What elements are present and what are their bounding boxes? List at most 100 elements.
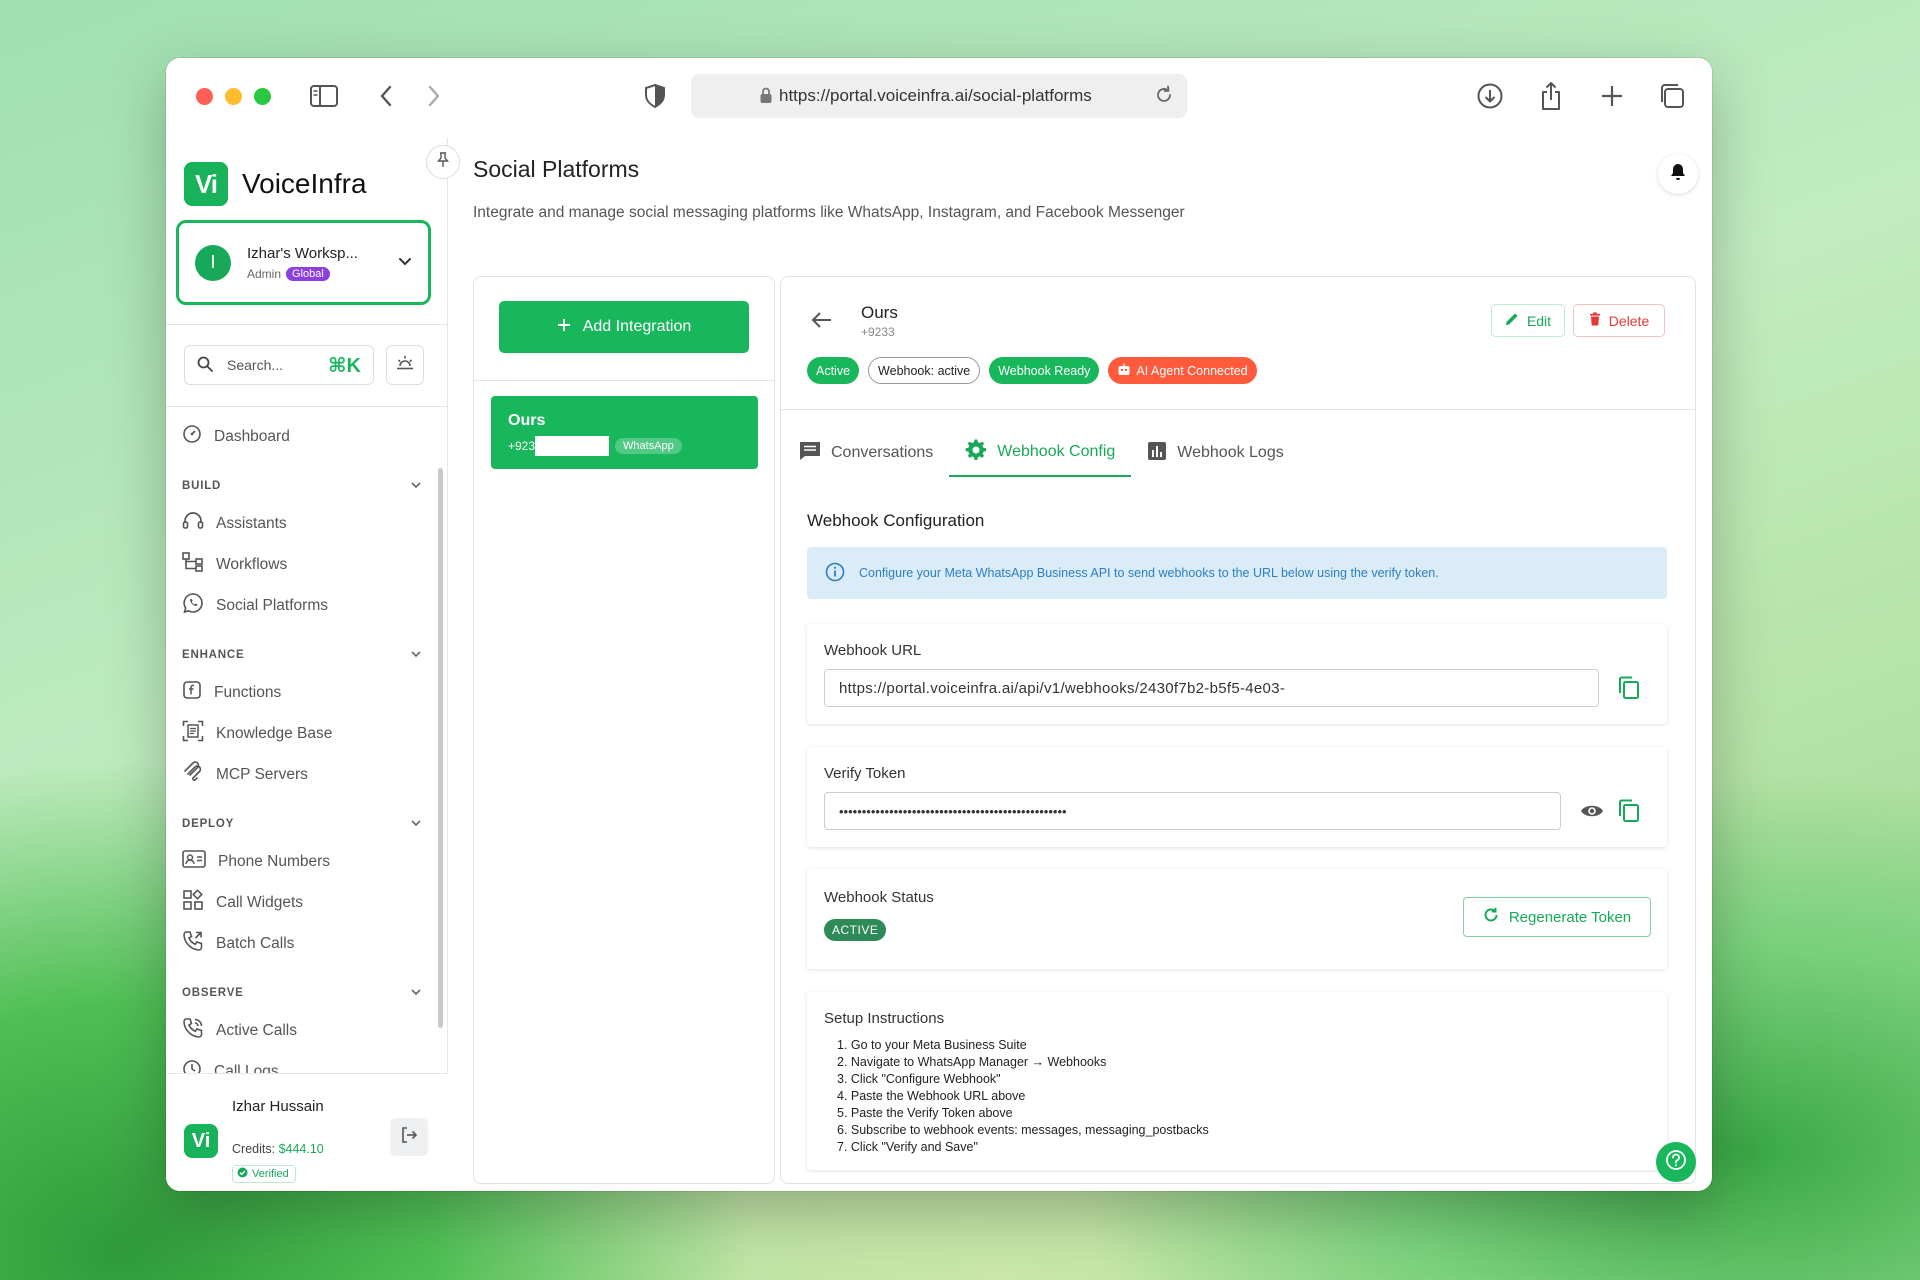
regenerate-token-label: Regenerate Token [1508, 908, 1632, 926]
sidebar-item-batch-calls[interactable]: Batch Calls [180, 923, 430, 964]
webhook-url-field[interactable]: https://portal.voiceinfra.ai/api/v1/webh… [824, 669, 1599, 707]
tab-conversations[interactable]: Conversations [799, 429, 949, 477]
plus-icon [557, 318, 571, 337]
logout-button[interactable] [390, 1118, 428, 1156]
sidebar-item-knowledge-base[interactable]: Knowledge Base [180, 713, 430, 754]
list-item: 3. Click "Configure Webhook" [837, 1072, 1001, 1086]
chevron-down-icon [398, 254, 412, 272]
sidebar-item-social-platforms[interactable]: Social Platforms [180, 585, 430, 626]
user-avatar[interactable]: Vi [184, 1124, 218, 1158]
info-alert: Configure your Meta WhatsApp Business AP… [807, 547, 1667, 599]
tabs-overview-icon[interactable] [1656, 80, 1688, 112]
sidebar-item-active-calls[interactable]: Active Calls [180, 1010, 430, 1051]
copy-icon[interactable] [1618, 676, 1640, 705]
notifications-button[interactable] [1658, 154, 1698, 194]
user-profile: Vi Izhar Hussain Credits: $444.10 Verifi… [166, 1073, 448, 1191]
status-chip-ai-agent: AI Agent Connected [1108, 357, 1257, 384]
pin-sidebar-button[interactable] [426, 145, 460, 179]
delete-button[interactable]: Delete [1573, 304, 1665, 337]
sidebar-item-mcp-servers[interactable]: MCP Servers [180, 754, 430, 795]
sidebar-item-functions[interactable]: Functions [180, 672, 430, 713]
sidebar-item-label: Knowledge Base [216, 724, 333, 742]
credits-value: $444.10 [278, 1142, 324, 1156]
zoom-window-button[interactable] [254, 88, 271, 105]
workspace-scope-badge: Global [286, 266, 330, 281]
search-input[interactable]: Search... ⌘K [184, 345, 374, 385]
brand-logo[interactable]: Vi VoiceInfra [184, 162, 367, 206]
verify-token-label: Verify Token [824, 765, 906, 782]
redacted-block [535, 436, 610, 456]
section-enhance[interactable]: ENHANCE [180, 626, 430, 672]
verify-token-card: Verify Token •••••••••••••••••••••••••••… [807, 747, 1667, 847]
section-deploy[interactable]: DEPLOY [180, 795, 430, 841]
integrations-panel: Add Integration Ours +923 WhatsApp [473, 276, 775, 1184]
document-scan-icon [182, 720, 204, 747]
workspace-role: Admin [247, 266, 282, 281]
share-icon[interactable] [1535, 80, 1567, 112]
forward-icon[interactable] [418, 80, 450, 112]
integration-card[interactable]: Ours +923 WhatsApp [491, 396, 758, 469]
sidebar-item-call-widgets[interactable]: Call Widgets [180, 882, 430, 923]
integration-name: Ours [508, 412, 546, 429]
sidebar-item-dashboard[interactable]: Dashboard [180, 416, 430, 457]
theme-toggle-button[interactable] [386, 345, 424, 385]
tab-label: Conversations [831, 444, 934, 461]
copy-icon[interactable] [1618, 799, 1640, 828]
tab-webhook-logs[interactable]: Webhook Logs [1131, 429, 1299, 477]
list-item: 2. Navigate to WhatsApp Manager → Webhoo… [837, 1055, 1107, 1069]
logo-mark: Vi [184, 162, 228, 206]
webhook-status-label: Webhook Status [824, 889, 934, 906]
new-tab-icon[interactable] [1596, 80, 1628, 112]
help-button[interactable] [1656, 1142, 1696, 1182]
webhook-status-card: Webhook Status ACTIVE Regenerate Token [807, 869, 1667, 969]
url-text: https://portal.voiceinfra.ai/social-plat… [779, 86, 1092, 105]
status-chip-ai-agent-label: AI Agent Connected [1136, 363, 1248, 378]
divider [166, 324, 448, 325]
sidebar-item-label: MCP Servers [216, 765, 308, 783]
setup-instructions-card: Setup Instructions 1. Go to your Meta Bu… [807, 992, 1667, 1170]
sidebar-item-label: Active Calls [216, 1021, 297, 1039]
sidebar-toggle-icon[interactable] [308, 80, 340, 112]
integration-detail-panel: Ours +9233 Edit Delete Active Webhook: a… [780, 276, 1696, 1184]
list-item: 7. Click "Verify and Save" [837, 1140, 978, 1154]
verify-token-field[interactable]: ••••••••••••••••••••••••••••••••••••••••… [824, 792, 1561, 830]
sidebar-item-workflows[interactable]: Workflows [180, 544, 430, 585]
browser-toolbar: https://portal.voiceinfra.ai/social-plat… [166, 58, 1712, 138]
tab-webhook-config[interactable]: Webhook Config [949, 429, 1132, 477]
chevron-down-icon [410, 649, 422, 661]
sidebar-item-label: Assistants [216, 514, 287, 532]
robot-icon [1117, 363, 1131, 379]
list-item: 5. Paste the Verify Token above [837, 1106, 1013, 1120]
gauge-icon [182, 424, 202, 449]
minimize-window-button[interactable] [225, 88, 242, 105]
section-observe[interactable]: OBSERVE [180, 964, 430, 1010]
pencil-icon [1505, 312, 1519, 329]
list-item: 6. Subscribe to webhook events: messages… [837, 1123, 1209, 1137]
sidebar-item-phone-numbers[interactable]: Phone Numbers [180, 841, 430, 882]
download-icon[interactable] [1474, 80, 1506, 112]
add-integration-button[interactable]: Add Integration [499, 301, 749, 353]
bar-chart-icon [1147, 441, 1167, 466]
shield-icon[interactable] [639, 80, 671, 112]
back-icon[interactable] [370, 80, 402, 112]
eye-icon[interactable] [1580, 803, 1604, 824]
section-title: ENHANCE [182, 649, 245, 661]
gear-icon [965, 438, 987, 466]
brand-name: VoiceInfra [242, 168, 367, 199]
regenerate-token-button[interactable]: Regenerate Token [1463, 897, 1651, 937]
section-build[interactable]: BUILD [180, 457, 430, 503]
webhook-url-label: Webhook URL [824, 642, 922, 659]
sidebar-scrollbar[interactable] [438, 468, 443, 1028]
verified-label: Verified [252, 1168, 289, 1180]
address-bar[interactable]: https://portal.voiceinfra.ai/social-plat… [691, 74, 1187, 118]
section-title: BUILD [182, 480, 222, 492]
chevron-down-icon [410, 987, 422, 999]
workspace-switcher[interactable]: I Izhar's Worksp... Admin Global [176, 220, 431, 305]
close-window-button[interactable] [196, 88, 213, 105]
sidebar-item-assistants[interactable]: Assistants [180, 503, 430, 544]
sidebar-item-label: Workflows [216, 555, 288, 573]
arrow-left-icon[interactable] [811, 311, 833, 334]
edit-button[interactable]: Edit [1491, 304, 1565, 337]
search-icon [197, 356, 213, 375]
reload-icon[interactable] [1153, 84, 1175, 111]
